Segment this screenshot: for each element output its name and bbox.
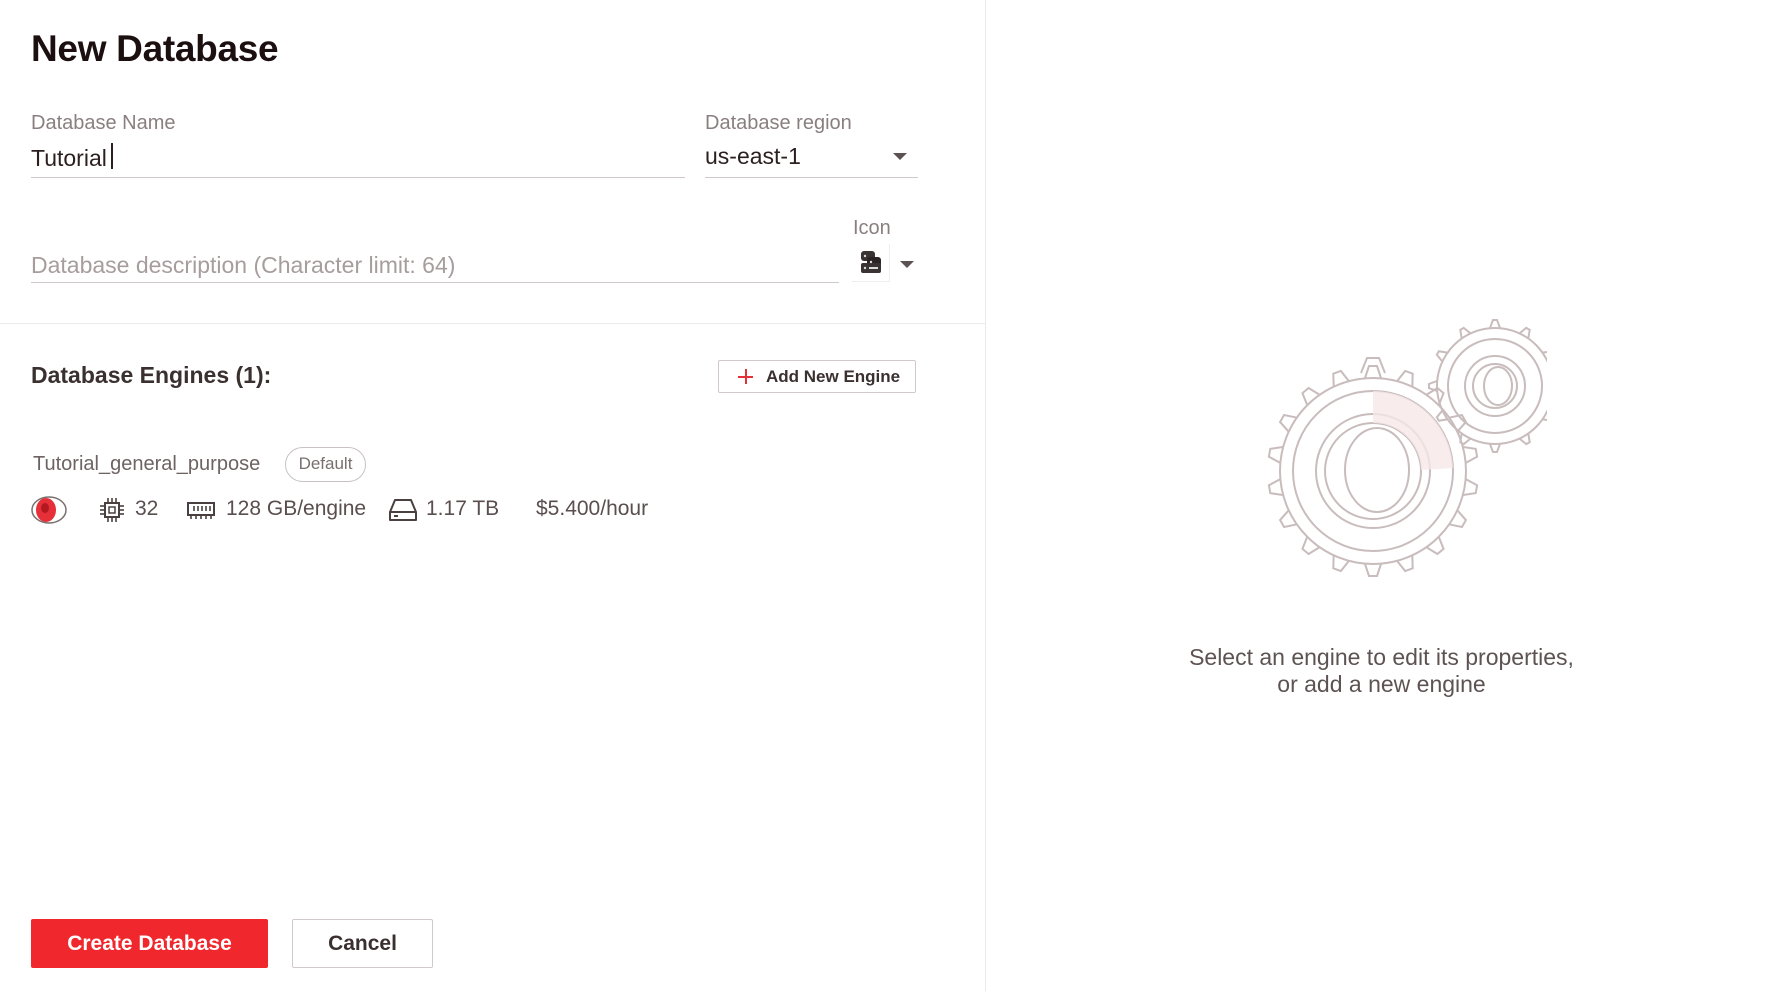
ram-spec: 128 GB/engine bbox=[186, 495, 366, 523]
database-region-label: Database region bbox=[705, 112, 852, 134]
ram-value: 128 GB/engine bbox=[226, 497, 367, 520]
database-form-panel: New Database Database Name Database regi… bbox=[0, 0, 986, 991]
cpu-count: 32 bbox=[135, 497, 159, 520]
engines-section-title: Database Engines (1): bbox=[31, 362, 272, 388]
empty-state-message-line2: or add a new engine bbox=[1277, 671, 1486, 697]
section-divider bbox=[0, 323, 986, 324]
database-region-select[interactable]: us-east-1 bbox=[705, 143, 918, 178]
cpu-spec: 32 bbox=[98, 495, 188, 523]
icon-select[interactable] bbox=[852, 244, 914, 284]
database-name-label: Database Name bbox=[31, 112, 176, 134]
database-server-icon bbox=[852, 244, 890, 282]
storage-spec: 1.17 TB bbox=[388, 495, 508, 523]
price-spec: $5.400/hour bbox=[536, 495, 676, 523]
database-region-value: us-east-1 bbox=[705, 143, 801, 169]
default-badge: Default bbox=[285, 447, 366, 482]
chevron-down-icon bbox=[893, 153, 907, 160]
engine-status-icon bbox=[31, 495, 71, 524]
add-new-engine-label: Add New Engine bbox=[766, 367, 901, 386]
page-title: New Database bbox=[31, 28, 279, 69]
database-name-input[interactable] bbox=[31, 140, 685, 178]
plus-icon bbox=[737, 367, 755, 385]
storage-value: 1.17 TB bbox=[426, 497, 500, 520]
storage-drive-icon bbox=[389, 499, 417, 521]
engine-name: Tutorial_general_purpose bbox=[33, 453, 261, 475]
text-cursor bbox=[111, 143, 113, 169]
icon-label: Icon bbox=[853, 217, 891, 239]
engine-list-item[interactable]: Tutorial_general_purpose Default 32 128 … bbox=[31, 443, 731, 533]
add-new-engine-button[interactable]: Add New Engine bbox=[718, 360, 916, 393]
cpu-icon bbox=[100, 498, 124, 522]
gears-illustration bbox=[1267, 319, 1547, 577]
engine-properties-panel: Select an engine to edit its properties,… bbox=[987, 0, 1776, 991]
database-description-input[interactable] bbox=[31, 249, 839, 283]
cancel-button[interactable]: Cancel bbox=[292, 919, 433, 968]
chevron-down-icon bbox=[900, 261, 914, 268]
memory-icon bbox=[187, 502, 215, 519]
empty-state-message-line1: Select an engine to edit its properties, bbox=[1189, 644, 1574, 670]
create-database-button[interactable]: Create Database bbox=[31, 919, 268, 968]
price-value: $5.400/hour bbox=[536, 497, 649, 520]
